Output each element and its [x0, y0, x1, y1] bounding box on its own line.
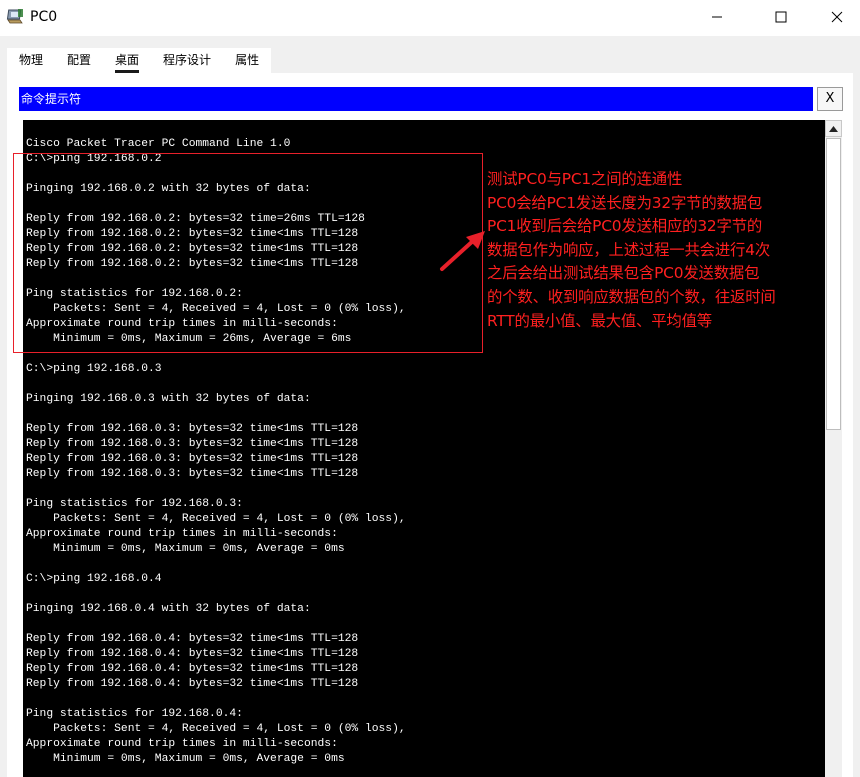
packet-tracer-pc-icon	[6, 9, 23, 24]
tab-config[interactable]: 配置	[55, 48, 103, 73]
close-button[interactable]	[812, 0, 860, 34]
annotation-line: 测试PC0与PC1之间的连通性	[487, 170, 683, 188]
annotation-text: 测试PC0与PC1之间的连通性 PC0会给PC1发送长度为32字节的数据包 PC…	[487, 168, 859, 333]
window-title: PC0	[30, 9, 58, 25]
tab-desktop[interactable]: 桌面	[103, 48, 151, 73]
tab-programming[interactable]: 程序设计	[151, 48, 223, 73]
annotation-arrow-icon	[440, 231, 485, 271]
maximize-icon	[775, 11, 787, 23]
maximize-button[interactable]	[756, 0, 806, 34]
annotation-line: PC1收到后会给PC0发送相应的32字节的	[487, 217, 763, 236]
minimize-icon	[712, 16, 722, 18]
command-prompt-close-button[interactable]: X	[817, 87, 843, 111]
annotation-highlight-box	[13, 153, 483, 353]
title-bar: PC0	[0, 0, 860, 36]
command-prompt-title: 命令提示符	[19, 87, 813, 111]
annotation-line: RTT的最小值、最大值、平均值等	[487, 311, 712, 330]
chevron-up-icon	[829, 125, 838, 132]
scroll-up-button[interactable]	[825, 120, 842, 137]
annotation-line: 之后会给出测试结果包含PC0发送数据包	[487, 264, 760, 283]
tab-area: 物理 配置 桌面 程序设计 属性 命令提示符 X Cisco Packet Tr…	[0, 36, 860, 777]
annotation-line: PC0会给PC1发送长度为32字节的数据包	[487, 193, 763, 212]
annotation-line: 数据包作为响应，上述过程一共会进行4次	[487, 240, 771, 259]
minimize-button[interactable]	[692, 0, 742, 34]
tab-strip: 物理 配置 桌面 程序设计 属性	[7, 48, 272, 73]
annotation-line: 的个数、收到响应数据包的个数，往返时间	[487, 287, 776, 306]
tab-attributes[interactable]: 属性	[223, 48, 271, 73]
pc0-window: PC0 物理 配置 桌面 程序设计 属性 命令提示符 X Cisco Packe…	[0, 0, 860, 777]
tab-physical[interactable]: 物理	[7, 48, 55, 73]
close-icon	[831, 11, 843, 23]
